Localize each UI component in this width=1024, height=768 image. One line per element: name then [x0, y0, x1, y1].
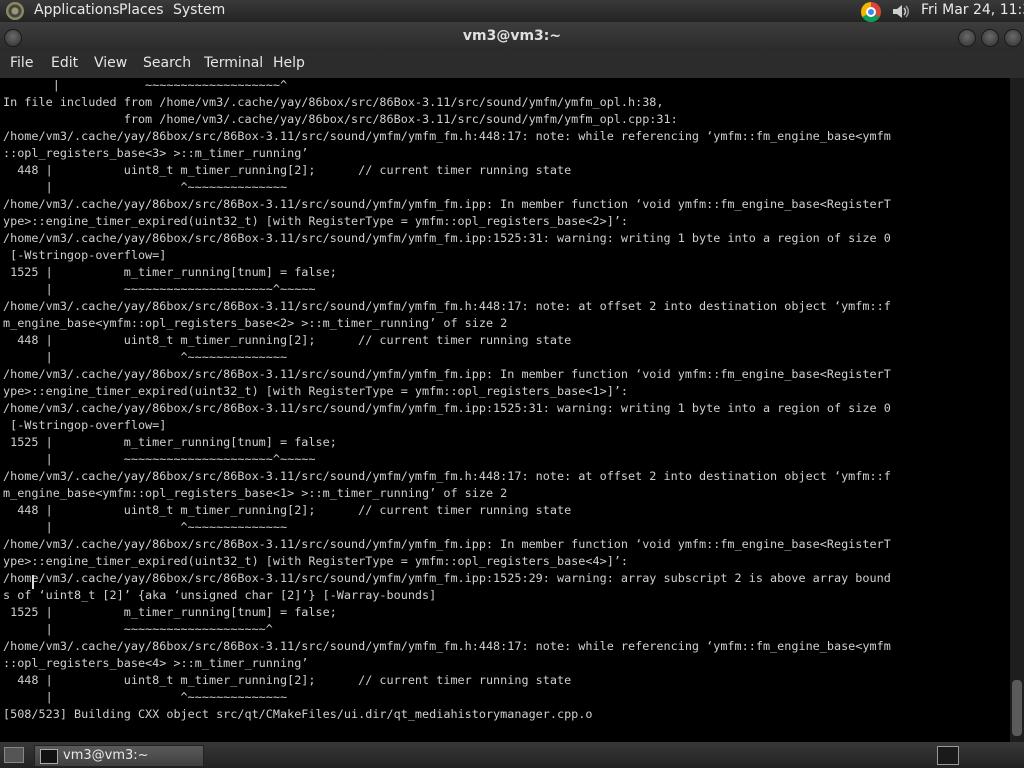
window-title: vm3@vm3:~ [462, 28, 562, 44]
terminal-line: /home/vm3/.cache/yay/86box/src/86Box-3.1… [3, 129, 891, 143]
terminal-line: | ~~~~~~~~~~~~~~~~~~~^ [3, 78, 288, 92]
terminal-line: from /home/vm3/.cache/yay/86box/src/86Bo… [3, 112, 678, 126]
chrome-icon[interactable] [861, 2, 881, 22]
terminal-line: /home/vm3/.cache/yay/86box/src/86Box-3.1… [3, 639, 891, 653]
menu-terminal[interactable]: Terminal [204, 55, 263, 71]
terminal-line: /home/vm3/.cache/yay/86box/src/86Box-3.1… [3, 299, 891, 313]
terminal-line: ::opl_registers_base<4> >::m_timer_runni… [3, 656, 309, 670]
terminal-line: [-Wstringop-overflow=] [3, 418, 167, 432]
menu-edit[interactable]: Edit [51, 55, 78, 71]
terminal-line: s of ‘uint8_t [2]’ {aka ‘unsigned char [… [3, 588, 437, 602]
window-titlebar[interactable]: vm3@vm3:~ [0, 22, 1024, 51]
taskbar-terminal-label: vm3@vm3:~ [63, 748, 149, 763]
terminal-line: 448 | uint8_t m_timer_running[2]; // cur… [3, 673, 572, 687]
terminal-line: | ^~~~~~~~~~~~~~~ [3, 690, 288, 704]
terminal-icon [40, 749, 58, 764]
scrollbar-thumb[interactable] [1012, 680, 1022, 736]
terminal-line: ype>::engine_timer_expired(uint32_t) [wi… [3, 554, 629, 568]
terminal-line: | ^~~~~~~~~~~~~~~ [3, 520, 288, 534]
terminal-line: 448 | uint8_t m_timer_running[2]; // cur… [3, 163, 572, 177]
terminal-line: [-Wstringop-overflow=] [3, 248, 167, 262]
terminal-line: /home/vm3/.cache/yay/86box/src/86Box-3.1… [3, 571, 891, 585]
terminal-line: | ~~~~~~~~~~~~~~~~~~~~~^~~~~~ [3, 282, 316, 296]
terminal-line: /home/vm3/.cache/yay/86box/src/86Box-3.1… [3, 197, 891, 211]
close-button[interactable] [1004, 29, 1022, 47]
terminal-line: /home/vm3/.cache/yay/86box/src/86Box-3.1… [3, 231, 891, 245]
terminal-line: ::opl_registers_base<3> >::m_timer_runni… [3, 146, 309, 160]
show-desktop-icon[interactable] [4, 747, 24, 763]
terminal-line: [508/523] Building CXX object src/qt/CMa… [3, 707, 593, 721]
terminal-line: /home/vm3/.cache/yay/86box/src/86Box-3.1… [3, 401, 891, 415]
maximize-button[interactable] [981, 29, 999, 47]
applications-menu[interactable]: Applications [34, 2, 120, 18]
terminal-line: In file included from /home/vm3/.cache/y… [3, 95, 664, 109]
terminal-line: /home/vm3/.cache/yay/86box/src/86Box-3.1… [3, 469, 891, 483]
terminal-line: | ~~~~~~~~~~~~~~~~~~~~^ [3, 622, 273, 636]
terminal-line: 1525 | m_timer_running[tnum] = false; [3, 605, 337, 619]
terminal-line: m_engine_base<ymfm::opl_registers_base<2… [3, 316, 508, 330]
terminal-output[interactable]: | ~~~~~~~~~~~~~~~~~~~^ In file included f… [0, 78, 1010, 742]
clock[interactable]: Fri Mar 24, 11:31 [921, 2, 1024, 18]
terminal-line: 448 | uint8_t m_timer_running[2]; // cur… [3, 333, 572, 347]
terminal-text: | ~~~~~~~~~~~~~~~~~~~^ In file included f… [3, 78, 891, 723]
terminal-line: /home/vm3/.cache/yay/86box/src/86Box-3.1… [3, 537, 891, 551]
bottom-panel: vm3@vm3:~ [0, 742, 1024, 768]
terminal-menubar: File Edit View Search Terminal Help [0, 51, 1024, 78]
distro-logo-icon[interactable] [6, 2, 24, 20]
terminal-line: | ^~~~~~~~~~~~~~~ [3, 350, 288, 364]
menu-view[interactable]: View [94, 55, 127, 71]
system-menu[interactable]: System [173, 2, 225, 18]
terminal-line: m_engine_base<ymfm::opl_registers_base<1… [3, 486, 508, 500]
menu-help[interactable]: Help [273, 55, 305, 71]
terminal-scrollbar[interactable] [1010, 78, 1024, 742]
terminal-line: 1525 | m_timer_running[tnum] = false; [3, 265, 337, 279]
terminal-line: ype>::engine_timer_expired(uint32_t) [wi… [3, 214, 629, 228]
terminal-line: ype>::engine_timer_expired(uint32_t) [wi… [3, 384, 629, 398]
menu-search[interactable]: Search [143, 55, 191, 71]
terminal-line: /home/vm3/.cache/yay/86box/src/86Box-3.1… [3, 367, 891, 381]
taskbar-terminal-button[interactable]: vm3@vm3:~ [34, 745, 204, 767]
terminal-line: | ^~~~~~~~~~~~~~~ [3, 180, 288, 194]
mouse-ibeam-cursor [32, 575, 34, 589]
menu-file[interactable]: File [10, 55, 33, 71]
terminal-line: | ~~~~~~~~~~~~~~~~~~~~~^~~~~~ [3, 452, 316, 466]
places-menu[interactable]: Places [119, 2, 164, 18]
tray-terminal-icon[interactable] [937, 746, 959, 765]
terminal-line: 1525 | m_timer_running[tnum] = false; [3, 435, 337, 449]
terminal-line: 448 | uint8_t m_timer_running[2]; // cur… [3, 503, 572, 517]
volume-icon[interactable] [891, 3, 911, 20]
top-panel: Applications Places System Fri Mar 24, 1… [0, 0, 1024, 22]
minimize-button[interactable] [958, 29, 976, 47]
